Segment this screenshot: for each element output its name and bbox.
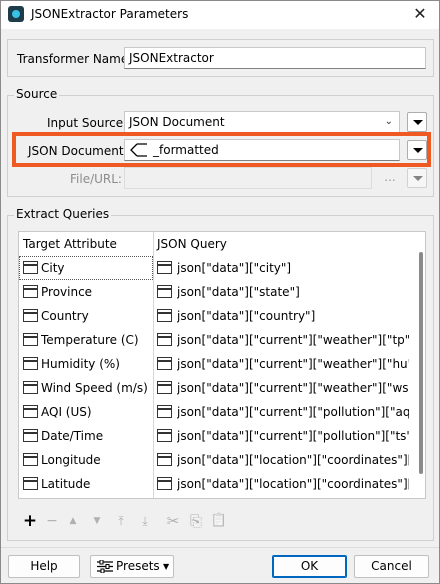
attribute-icon <box>23 453 38 466</box>
target-attribute-cell[interactable]: Province <box>41 280 153 304</box>
json-query-cell[interactable]: json["data"]["current"]["pollution"]["ts… <box>177 424 409 448</box>
move-to-bottom-icon[interactable]: ⤓ <box>137 511 153 531</box>
attribute-icon <box>23 261 38 274</box>
attribute-icon <box>23 477 38 490</box>
extract-queries-group-label: Extract Queries <box>14 207 112 221</box>
file-url-browse-button[interactable]: ... <box>377 167 403 189</box>
target-attribute-cell[interactable]: Temperature (C) <box>41 328 153 352</box>
target-attribute-cell[interactable]: Date/Time <box>41 424 153 448</box>
table-row[interactable]: Country json["data"]["country"] <box>19 304 411 328</box>
query-icon <box>157 309 172 322</box>
json-query-cell[interactable]: json["data"]["location"]["coordinates"][… <box>177 472 409 496</box>
query-icon <box>157 429 172 442</box>
query-icon <box>157 333 172 346</box>
remove-row-icon[interactable]: − <box>44 511 60 531</box>
table-row[interactable]: Province json["data"]["state"] <box>19 280 411 304</box>
move-up-icon[interactable]: ▲ <box>65 511 81 531</box>
source-group-label: Source <box>14 87 60 101</box>
json-query-cell[interactable]: json["data"]["city"] <box>177 256 409 280</box>
file-url-field[interactable] <box>124 167 372 189</box>
presets-sliders-icon <box>97 560 113 573</box>
json-document-menu-button[interactable] <box>407 140 427 160</box>
input-source-combo[interactable]: JSON Document ⌄ <box>124 111 400 133</box>
cancel-button[interactable]: Cancel <box>354 555 429 578</box>
json-query-cell[interactable]: json["data"]["current"]["weather"]["tp"] <box>177 328 409 352</box>
footer-divider <box>1 547 439 548</box>
transformer-name-label: Transformer Name: <box>17 52 133 66</box>
query-icon <box>157 285 172 298</box>
attribute-icon <box>23 381 38 394</box>
target-attribute-cell[interactable]: City <box>41 256 153 280</box>
query-icon <box>157 261 172 274</box>
input-source-value: JSON Document <box>129 115 225 129</box>
column-header-json-query[interactable]: JSON Query <box>153 232 393 256</box>
add-row-icon[interactable]: + <box>21 511 39 531</box>
transformer-name-field[interactable]: JSONExtractor <box>124 47 426 69</box>
query-icon <box>157 357 172 370</box>
target-attribute-cell[interactable]: Country <box>41 304 153 328</box>
input-source-menu-button[interactable] <box>407 112 427 132</box>
query-icon <box>157 453 172 466</box>
table-row[interactable]: Wind Speed (m/s) json["data"]["current"]… <box>19 376 411 400</box>
title-bar: JSONExtractor Parameters ✕ <box>1 1 439 29</box>
close-button[interactable]: ✕ <box>407 3 433 25</box>
target-attribute-cell[interactable]: Humidity (%) <box>41 352 153 376</box>
target-attribute-cell[interactable]: Longitude <box>41 448 153 472</box>
target-attribute-cell[interactable]: AQI (US) <box>41 400 153 424</box>
dialog-window: JSONExtractor Parameters ✕ Transformer N… <box>0 0 440 584</box>
paste-icon[interactable]: 📋 <box>210 511 228 531</box>
table-row[interactable]: Latitude json["data"]["location"]["coord… <box>19 472 411 496</box>
input-source-label: Input Source: <box>47 116 128 130</box>
query-icon <box>157 477 172 490</box>
json-document-field[interactable]: _formatted <box>124 139 400 161</box>
table-row[interactable]: Longitude json["data"]["location"]["coor… <box>19 448 411 472</box>
presets-label: Presets <box>116 559 160 573</box>
json-query-cell[interactable]: json["data"]["current"]["pollution"]["aq… <box>177 400 409 424</box>
copy-icon[interactable]: ⎘ <box>187 511 205 531</box>
attribute-icon <box>23 333 38 346</box>
column-header-target-attribute[interactable]: Target Attribute <box>19 232 153 256</box>
file-url-label: File/URL: <box>70 172 122 186</box>
ok-button[interactable]: OK <box>272 555 347 578</box>
json-query-cell[interactable]: json["data"]["current"]["weather"]["hu"] <box>177 352 409 376</box>
table-row[interactable]: AQI (US) json["data"]["current"]["pollut… <box>19 400 411 424</box>
attribute-icon <box>23 285 38 298</box>
attribute-icon <box>23 429 38 442</box>
target-attribute-cell[interactable]: Wind Speed (m/s) <box>41 376 153 400</box>
json-document-value: _formatted <box>153 143 219 157</box>
table-row[interactable]: Date/Time json["data"]["current"]["pollu… <box>19 424 411 448</box>
file-url-menu-button[interactable] <box>407 168 427 188</box>
table-row[interactable]: Temperature (C) json["data"]["current"][… <box>19 328 411 352</box>
help-button[interactable]: Help <box>8 555 80 578</box>
extract-queries-table[interactable]: Target Attribute JSON Query City json["d… <box>18 231 426 499</box>
chevron-down-icon: ⌄ <box>384 116 393 127</box>
query-icon <box>157 381 172 394</box>
app-icon <box>8 6 24 22</box>
json-document-label: JSON Document: <box>28 144 128 158</box>
table-scrollbar[interactable] <box>419 252 423 474</box>
json-query-cell[interactable]: json["data"]["country"] <box>177 304 409 328</box>
target-attribute-cell[interactable]: Latitude <box>41 472 153 496</box>
json-query-cell[interactable]: json["data"]["state"] <box>177 280 409 304</box>
attribute-icon <box>23 405 38 418</box>
attribute-icon <box>23 357 38 370</box>
json-query-cell[interactable]: json["data"]["location"]["coordinates"][… <box>177 448 409 472</box>
table-row[interactable]: City json["data"]["city"] <box>19 256 411 280</box>
caret-down-icon: ▼ <box>163 562 170 571</box>
cut-icon[interactable]: ✂ <box>164 511 182 531</box>
presets-button[interactable]: Presets ▼ <box>90 555 174 578</box>
attribute-icon <box>23 309 38 322</box>
query-icon <box>157 405 172 418</box>
table-row[interactable]: Humidity (%) json["data"]["current"]["we… <box>19 352 411 376</box>
move-down-icon[interactable]: ▼ <box>89 511 105 531</box>
json-query-cell[interactable]: json["data"]["current"]["weather"]["ws"] <box>177 376 409 400</box>
attribute-value-icon <box>130 143 147 157</box>
window-title: JSONExtractor Parameters <box>31 7 189 21</box>
move-to-top-icon[interactable]: ⤒ <box>113 511 129 531</box>
